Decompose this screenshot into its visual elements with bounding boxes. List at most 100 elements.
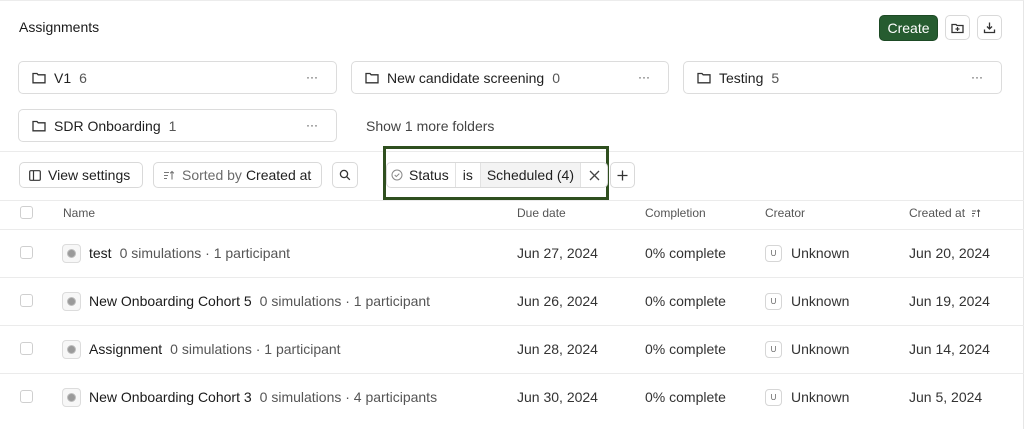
view-settings-button[interactable]: View settings xyxy=(19,162,143,188)
filter-operator[interactable]: is xyxy=(456,163,481,187)
row-checkbox[interactable] xyxy=(20,390,33,403)
assignment-icon xyxy=(62,292,81,311)
column-header-name[interactable]: Name xyxy=(63,206,95,220)
status-filter-chip[interactable]: Status is Scheduled (4) xyxy=(386,162,608,188)
creator-name: Unknown xyxy=(791,389,850,405)
create-button[interactable]: Create xyxy=(879,15,938,41)
creator-avatar: U xyxy=(765,341,782,358)
filter-value[interactable]: Scheduled (4) xyxy=(480,163,581,187)
folder-count: 0 xyxy=(552,69,561,86)
completion: 0% complete xyxy=(645,389,726,405)
row-divider xyxy=(0,325,1024,326)
folder-card-new-candidate-screening[interactable]: New candidate screening 0 ··· xyxy=(351,61,669,94)
creator-avatar: U xyxy=(765,389,782,406)
creator-name: Unknown xyxy=(791,293,850,309)
created-at: Jun 20, 2024 xyxy=(909,245,990,261)
assignment-details: 0 simulations · 1 participant xyxy=(259,293,431,309)
remove-filter-button[interactable] xyxy=(581,163,607,187)
download-button[interactable] xyxy=(977,15,1002,40)
filter-field-label: Status xyxy=(409,167,449,183)
column-header-created-at[interactable]: Created at xyxy=(909,206,981,221)
assignments-panel: Assignments Create V1 6 ··· New candidat… xyxy=(0,0,1024,429)
header: Assignments Create xyxy=(0,1,1024,53)
due-date: Jun 27, 2024 xyxy=(517,245,598,261)
row-checkbox[interactable] xyxy=(20,342,33,355)
due-date: Jun 26, 2024 xyxy=(517,293,598,309)
folder-card-sdr-onboarding[interactable]: SDR Onboarding 1 ··· xyxy=(18,109,337,142)
show-more-folders-link[interactable]: Show 1 more folders xyxy=(366,118,494,134)
row-divider xyxy=(0,277,1024,278)
folder-more-button[interactable]: ··· xyxy=(306,118,318,132)
plus-icon xyxy=(617,170,628,180)
creator-avatar: U xyxy=(765,245,782,262)
add-filter-button[interactable] xyxy=(610,162,635,188)
folder-count: 6 xyxy=(79,69,87,86)
folder-card-testing[interactable]: Testing 5 ··· xyxy=(683,61,1002,94)
folder-plus-icon xyxy=(951,23,964,33)
assignment-details: 0 simulations · 1 participant xyxy=(170,341,341,357)
folder-icon xyxy=(32,119,46,133)
row-checkbox[interactable] xyxy=(20,246,33,259)
column-header-due-date[interactable]: Due date xyxy=(517,206,566,220)
folder-name: SDR Onboarding xyxy=(54,117,161,134)
created-at: Jun 5, 2024 xyxy=(909,389,983,405)
assignment-details: 0 simulations · 1 participant xyxy=(119,245,290,261)
assignment-name: test xyxy=(89,245,112,261)
assignment-name-cell[interactable]: test 0 simulations · 1 participant xyxy=(89,245,290,261)
folder-icon xyxy=(365,71,379,85)
assignment-name: Assignment xyxy=(89,341,163,357)
completion: 0% complete xyxy=(645,245,726,261)
due-date: Jun 28, 2024 xyxy=(517,341,598,357)
sort-button[interactable]: Sorted by Created at xyxy=(153,162,322,188)
sort-icon xyxy=(163,170,175,181)
assignment-name-cell[interactable]: Assignment 0 simulations · 1 participant xyxy=(89,341,341,357)
row-divider xyxy=(0,229,1024,230)
sorted-by-prefix: Sorted by xyxy=(182,167,242,183)
sorted-by-value: Created at xyxy=(245,167,312,183)
completion: 0% complete xyxy=(645,341,726,357)
creator-avatar: U xyxy=(765,293,782,310)
assignment-name-cell[interactable]: New Onboarding Cohort 3 0 simulations · 4… xyxy=(89,389,437,405)
select-all-checkbox[interactable] xyxy=(20,206,33,219)
search-icon xyxy=(339,169,351,181)
assignment-icon xyxy=(62,244,81,263)
folder-icon xyxy=(32,71,46,85)
folder-more-button[interactable]: ··· xyxy=(306,70,318,84)
close-icon xyxy=(589,170,599,180)
view-settings-label: View settings xyxy=(48,167,131,183)
filter-operator-label: is xyxy=(462,167,473,183)
assignment-icon xyxy=(62,388,81,407)
new-folder-button[interactable] xyxy=(945,15,970,40)
creator-name: Unknown xyxy=(791,245,850,261)
table-top-divider xyxy=(0,200,1024,201)
columns-icon xyxy=(29,169,41,181)
folder-icon xyxy=(697,71,711,85)
row-checkbox[interactable] xyxy=(20,294,33,307)
sort-desc-icon xyxy=(971,207,981,221)
assignment-name: New Onboarding Cohort 3 xyxy=(89,389,252,405)
folder-count: 1 xyxy=(168,117,177,134)
created-at-label: Created at xyxy=(909,206,966,220)
filter-field[interactable]: Status xyxy=(387,163,456,187)
assignment-details: 0 simulations · 4 participants xyxy=(259,389,438,405)
filter-value-label: Scheduled (4) xyxy=(486,167,574,183)
folder-name: V1 xyxy=(54,69,72,86)
row-divider xyxy=(0,373,1024,374)
created-at: Jun 19, 2024 xyxy=(909,293,990,309)
assignment-name-cell[interactable]: New Onboarding Cohort 5 0 simulations · 1… xyxy=(89,293,430,309)
folder-more-button[interactable]: ··· xyxy=(638,70,650,84)
folder-more-button[interactable]: ··· xyxy=(971,70,983,84)
column-header-creator[interactable]: Creator xyxy=(765,206,805,220)
creator-name: Unknown xyxy=(791,341,850,357)
column-header-completion[interactable]: Completion xyxy=(645,206,706,220)
due-date: Jun 30, 2024 xyxy=(517,389,598,405)
created-at: Jun 14, 2024 xyxy=(909,341,990,357)
folder-name: New candidate screening xyxy=(387,69,545,86)
assignment-name: New Onboarding Cohort 5 xyxy=(89,293,252,309)
search-button[interactable] xyxy=(332,162,358,188)
status-circle-check-icon xyxy=(391,169,403,181)
folder-card-v1[interactable]: V1 6 ··· xyxy=(18,61,337,94)
completion: 0% complete xyxy=(645,293,726,309)
assignment-icon xyxy=(62,340,81,359)
folder-name: Testing xyxy=(719,69,764,86)
